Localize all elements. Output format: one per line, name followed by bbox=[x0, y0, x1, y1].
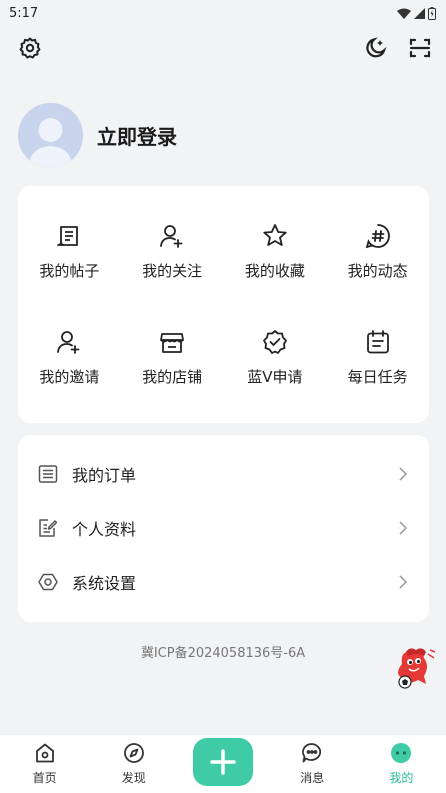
feature-label: 我的关注 bbox=[142, 261, 203, 280]
post-icon bbox=[57, 225, 79, 246]
home-icon bbox=[35, 743, 54, 763]
features-card: 我的帖子 我的关注 我的收藏 我的动态 我的邀请 我的店铺 蓝V申请 每日任务 bbox=[18, 186, 429, 423]
tab-label: 首页 bbox=[32, 771, 57, 785]
avatar[interactable] bbox=[18, 102, 83, 168]
feature-label: 每日任务 bbox=[347, 367, 408, 386]
feature-my-store[interactable]: 我的店铺 bbox=[121, 304, 224, 410]
status-icons bbox=[397, 6, 436, 20]
mascot-floating-icon[interactable] bbox=[388, 644, 438, 694]
feature-my-follows[interactable]: 我的关注 bbox=[121, 198, 224, 304]
verified-badge-icon bbox=[262, 329, 287, 354]
tab-home[interactable]: 首页 bbox=[0, 735, 89, 793]
feature-label: 蓝V申请 bbox=[247, 367, 303, 386]
tab-publish[interactable] bbox=[178, 735, 267, 793]
wifi-icon bbox=[397, 8, 411, 19]
hashtag-icon bbox=[365, 223, 390, 248]
signal-icon bbox=[414, 7, 425, 19]
tab-label: 发现 bbox=[121, 771, 146, 785]
features-grid: 我的帖子 我的关注 我的收藏 我的动态 我的邀请 我的店铺 蓝V申请 每日任务 bbox=[18, 186, 429, 410]
settings-button[interactable] bbox=[18, 36, 42, 60]
bottom-tab-bar: 首页 发现 消息 我的 bbox=[0, 734, 446, 793]
plus-icon bbox=[210, 749, 236, 775]
menu-label: 我的订单 bbox=[72, 466, 137, 485]
invite-icon bbox=[57, 330, 80, 354]
feature-label: 我的动态 bbox=[347, 261, 408, 280]
store-icon bbox=[160, 332, 185, 353]
chevron-right-icon bbox=[399, 575, 408, 589]
feature-blue-v-apply[interactable]: 蓝V申请 bbox=[224, 304, 327, 410]
status-bar: 5:17 bbox=[0, 0, 446, 26]
tab-mine[interactable]: 我的 bbox=[357, 735, 446, 793]
chevron-right-icon bbox=[399, 467, 408, 481]
tab-discover[interactable]: 发现 bbox=[89, 735, 178, 793]
profile-edit-icon bbox=[39, 519, 58, 537]
menu-profile[interactable]: 个人资料 bbox=[18, 501, 429, 555]
icp-record-text: 冀ICP备2024058136号-6A bbox=[140, 646, 306, 661]
menu-label: 个人资料 bbox=[72, 520, 137, 539]
menu-card: 我的订单 个人资料 系统设置 bbox=[18, 435, 429, 622]
chat-icon bbox=[302, 743, 322, 763]
chevron-right-icon bbox=[399, 521, 408, 535]
tab-label: 消息 bbox=[300, 771, 325, 785]
feature-label: 我的店铺 bbox=[142, 367, 203, 386]
mine-icon bbox=[391, 743, 412, 763]
feature-my-activity[interactable]: 我的动态 bbox=[326, 198, 429, 304]
order-list-icon bbox=[38, 465, 58, 483]
star-icon bbox=[263, 223, 287, 246]
feature-my-posts[interactable]: 我的帖子 bbox=[18, 198, 121, 304]
feature-my-favorites[interactable]: 我的收藏 bbox=[224, 198, 327, 304]
menu-system-settings[interactable]: 系统设置 bbox=[18, 555, 429, 609]
tab-label: 我的 bbox=[389, 771, 414, 785]
feature-label: 我的邀请 bbox=[39, 367, 100, 386]
menu-my-orders[interactable]: 我的订单 bbox=[18, 447, 429, 501]
scan-icon bbox=[409, 38, 431, 58]
feature-label: 我的帖子 bbox=[39, 261, 100, 280]
default-avatar-icon bbox=[18, 102, 83, 168]
gear-icon bbox=[19, 37, 41, 59]
scan-button[interactable] bbox=[408, 36, 432, 60]
battery-icon bbox=[428, 6, 436, 20]
calendar-icon bbox=[366, 329, 389, 353]
feature-my-invites[interactable]: 我的邀请 bbox=[18, 304, 121, 410]
hexagon-settings-icon bbox=[38, 573, 58, 591]
feature-label: 我的收藏 bbox=[244, 261, 305, 280]
night-mode-button[interactable] bbox=[364, 36, 388, 60]
follow-icon bbox=[160, 224, 183, 248]
login-link[interactable]: 立即登录 bbox=[97, 121, 177, 150]
status-time: 5:17 bbox=[9, 5, 39, 21]
compass-icon bbox=[123, 743, 144, 763]
feature-daily-tasks[interactable]: 每日任务 bbox=[326, 304, 429, 410]
tab-messages[interactable]: 消息 bbox=[268, 735, 357, 793]
menu-label: 系统设置 bbox=[72, 574, 137, 593]
profile-section[interactable]: 立即登录 bbox=[18, 102, 177, 168]
top-bar bbox=[0, 30, 446, 66]
moon-icon bbox=[366, 37, 387, 58]
publish-button[interactable] bbox=[193, 738, 253, 786]
